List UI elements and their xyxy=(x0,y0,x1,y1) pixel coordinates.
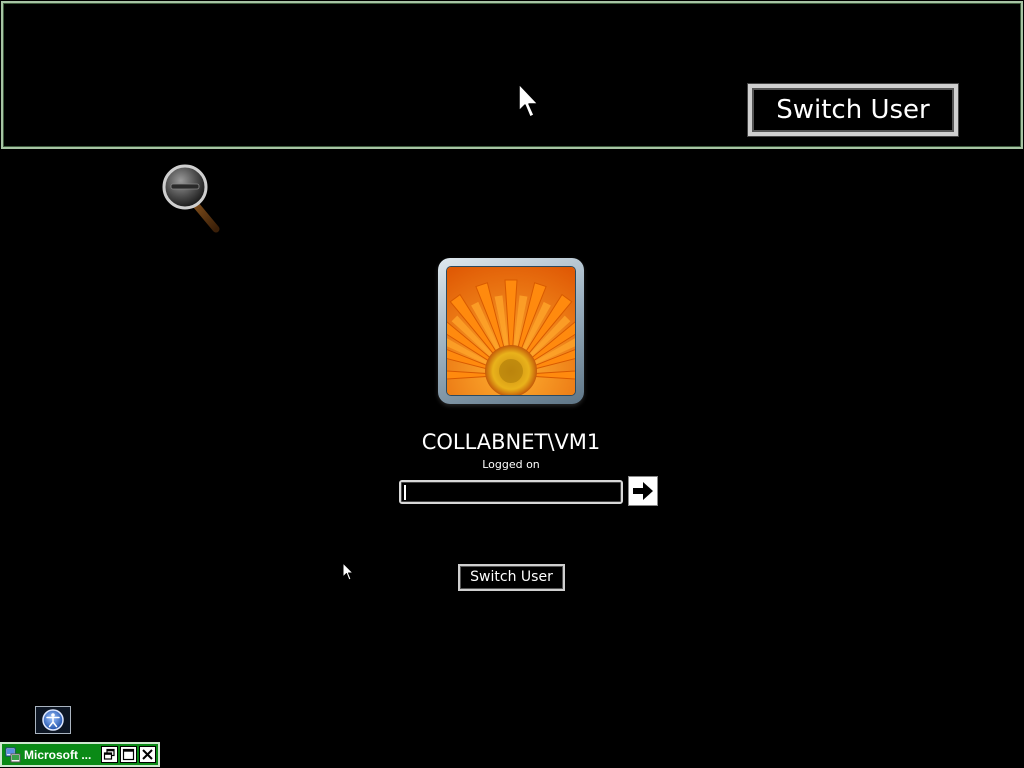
maximize-button[interactable] xyxy=(120,746,137,763)
user-tile[interactable] xyxy=(438,258,584,404)
magnifier-pane: Switch User xyxy=(1,1,1023,149)
mouse-cursor-icon xyxy=(342,562,354,581)
text-caret xyxy=(404,485,406,500)
flower-picture-icon xyxy=(447,267,575,395)
close-button[interactable] xyxy=(139,746,156,763)
switch-user-button[interactable]: Switch User xyxy=(458,564,565,591)
login-screen: Switch User COLLABNET\VM1 Logged on Swit… xyxy=(0,0,1024,768)
arrow-right-icon xyxy=(633,482,653,500)
application-icon xyxy=(5,747,21,762)
magnified-mouse-cursor-icon xyxy=(518,83,539,118)
restore-icon xyxy=(103,748,115,760)
minimized-window-title: Microsoft ... xyxy=(24,747,92,762)
logged-on-status: Logged on xyxy=(482,458,540,471)
close-icon xyxy=(142,749,153,760)
restore-button[interactable] xyxy=(101,746,118,763)
username-label: COLLABNET\VM1 xyxy=(421,430,601,454)
ease-of-access-button[interactable] xyxy=(35,706,71,734)
password-field[interactable] xyxy=(399,480,623,504)
user-picture xyxy=(446,266,576,396)
submit-arrow-button[interactable] xyxy=(628,476,658,506)
minimized-window[interactable]: Microsoft ... xyxy=(0,742,160,767)
maximize-icon xyxy=(122,748,135,761)
magnifier-icon[interactable] xyxy=(160,163,224,235)
ease-of-access-icon xyxy=(42,709,64,731)
magnified-switch-user-button[interactable]: Switch User xyxy=(748,84,958,136)
